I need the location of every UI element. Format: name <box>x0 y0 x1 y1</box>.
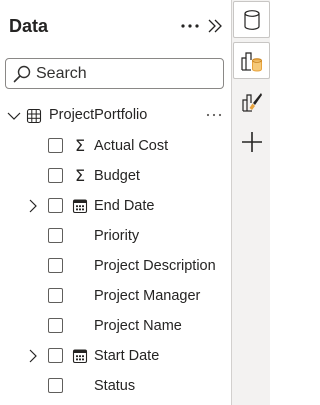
format-visual-button[interactable] <box>233 83 270 120</box>
field-checkbox[interactable] <box>48 198 63 213</box>
table-node-projectportfolio[interactable]: ProjectPortfolio <box>0 101 231 131</box>
field-row[interactable]: Project Name <box>0 311 231 341</box>
data-pane-header: Data <box>9 14 225 38</box>
format-visual-icon <box>241 92 262 112</box>
field-row[interactable]: Σ Actual Cost <box>0 131 231 161</box>
chevron-right-icon[interactable] <box>27 349 39 363</box>
field-label: Start Date <box>94 348 160 364</box>
search-box[interactable]: Search <box>5 58 224 89</box>
more-options-button[interactable] <box>177 15 203 37</box>
search-placeholder: Search <box>36 64 87 82</box>
calendar-icon <box>72 198 88 214</box>
more-icon <box>206 113 222 117</box>
field-tree: ProjectPortfolio Σ Actual Cost Σ Budget <box>0 101 231 401</box>
field-row[interactable]: End Date <box>0 191 231 221</box>
field-row[interactable]: Priority <box>0 221 231 251</box>
field-checkbox[interactable] <box>48 168 63 183</box>
data-pane-button[interactable] <box>233 1 270 38</box>
field-checkbox[interactable] <box>48 288 63 303</box>
field-checkbox[interactable] <box>48 138 63 153</box>
field-checkbox[interactable] <box>48 378 63 393</box>
field-row[interactable]: Project Manager <box>0 281 231 311</box>
field-row[interactable]: Σ Budget <box>0 161 231 191</box>
field-label: Status <box>94 378 136 394</box>
field-label: Actual Cost <box>94 138 169 154</box>
table-more-options-button[interactable] <box>203 105 225 125</box>
double-chevron-right-icon <box>208 19 222 33</box>
build-visual-button[interactable] <box>233 42 270 79</box>
field-label: End Date <box>94 198 155 214</box>
field-label: Project Description <box>94 258 216 274</box>
add-icon <box>241 131 262 152</box>
chevron-right-icon[interactable] <box>27 199 39 213</box>
field-label: Project Manager <box>94 288 201 304</box>
more-icon <box>181 24 199 28</box>
search-icon <box>8 59 36 88</box>
data-pane: Data Search ProjectPortfolio Σ Actual Co… <box>0 0 231 405</box>
table-name: ProjectPortfolio <box>49 107 148 123</box>
field-label: Budget <box>94 168 140 184</box>
build-visual-icon <box>240 51 262 72</box>
sigma-icon: Σ <box>74 166 86 185</box>
field-label: Project Name <box>94 318 182 334</box>
pane-title: Data <box>9 15 49 36</box>
field-checkbox[interactable] <box>48 228 63 243</box>
calendar-icon <box>72 348 88 364</box>
field-row[interactable]: Project Description <box>0 251 231 281</box>
field-checkbox[interactable] <box>48 258 63 273</box>
field-checkbox[interactable] <box>48 348 63 363</box>
database-icon <box>243 9 260 30</box>
table-icon <box>26 108 42 124</box>
chevron-down-icon[interactable] <box>7 109 21 123</box>
field-checkbox[interactable] <box>48 318 63 333</box>
add-pane-button[interactable] <box>233 123 270 160</box>
sigma-icon: Σ <box>74 136 86 155</box>
collapse-pane-button[interactable] <box>205 15 225 37</box>
field-row[interactable]: Status <box>0 371 231 401</box>
pane-switcher-rail <box>231 0 270 405</box>
field-row[interactable]: Start Date <box>0 341 231 371</box>
field-label: Priority <box>94 228 140 244</box>
